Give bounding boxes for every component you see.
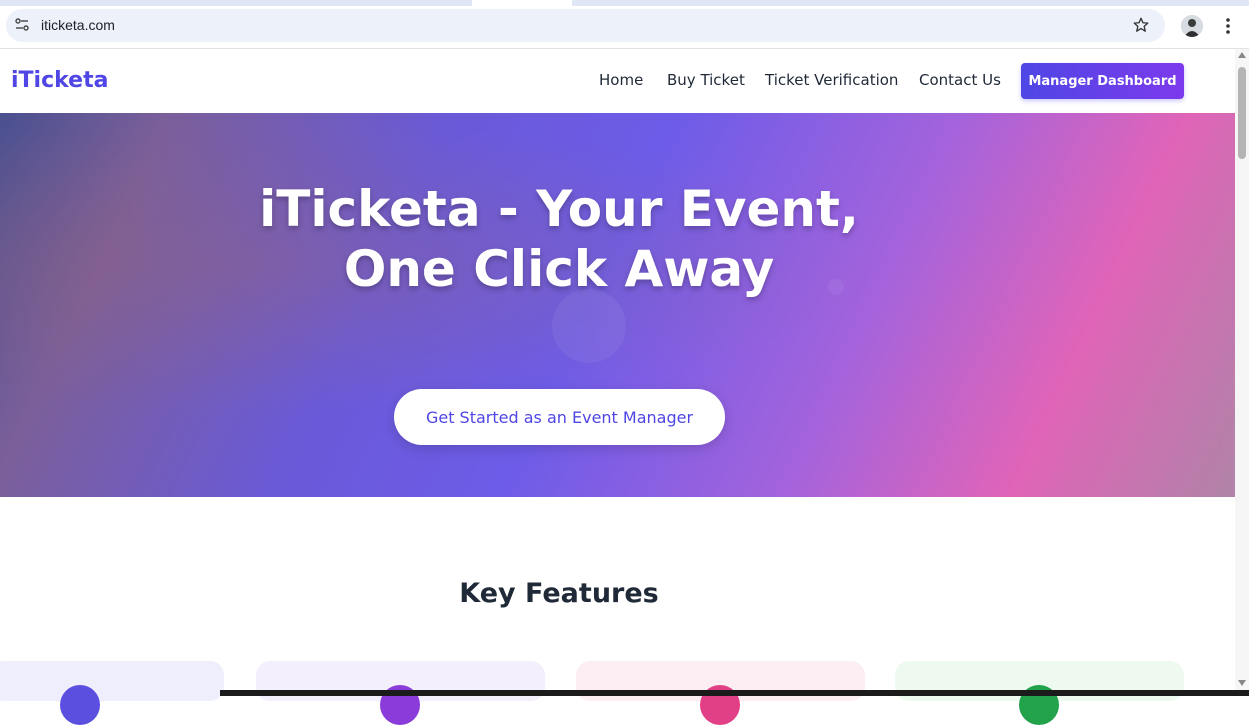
nav-link-buy-ticket[interactable]: Buy Ticket bbox=[667, 71, 745, 89]
os-taskbar bbox=[220, 690, 1249, 696]
star-icon[interactable] bbox=[1132, 16, 1150, 34]
url-text[interactable]: iticketa.com bbox=[41, 17, 115, 33]
browser-toolbar: iticketa.com bbox=[0, 6, 1249, 49]
scroll-up-icon[interactable] bbox=[1238, 52, 1246, 58]
features-heading: Key Features bbox=[459, 578, 659, 609]
nav-link-home[interactable]: Home bbox=[599, 71, 643, 89]
feature-icon bbox=[60, 685, 100, 725]
hero-section: iTicketa - Your Event, One Click Away Ge… bbox=[0, 113, 1235, 497]
nav-link-ticket-verification[interactable]: Ticket Verification bbox=[765, 71, 898, 89]
manager-dashboard-button[interactable]: Manager Dashboard bbox=[1021, 63, 1184, 99]
hero-decoration bbox=[552, 289, 626, 363]
avatar[interactable] bbox=[1181, 15, 1203, 37]
hero-title: iTicketa - Your Event, One Click Away bbox=[0, 179, 1118, 299]
scrollbar-thumb[interactable] bbox=[1238, 67, 1246, 159]
brand-logo[interactable]: iTicketa bbox=[11, 68, 108, 93]
site-navbar: iTicketa Home Buy Ticket Ticket Verifica… bbox=[0, 49, 1235, 113]
page-scrollbar[interactable] bbox=[1235, 49, 1249, 690]
feature-card[interactable] bbox=[0, 661, 224, 725]
kebab-icon[interactable] bbox=[1220, 16, 1236, 36]
hero-title-line-2: One Click Away bbox=[343, 240, 775, 298]
nav-link-contact-us[interactable]: Contact Us bbox=[919, 71, 1001, 89]
tune-icon[interactable] bbox=[14, 17, 30, 33]
profile-icon bbox=[1181, 15, 1203, 37]
hero-title-line-1: iTicketa - Your Event, bbox=[259, 180, 859, 238]
scroll-down-icon[interactable] bbox=[1238, 680, 1246, 686]
address-bar[interactable]: iticketa.com bbox=[6, 9, 1165, 42]
get-started-button[interactable]: Get Started as an Event Manager bbox=[394, 389, 725, 445]
